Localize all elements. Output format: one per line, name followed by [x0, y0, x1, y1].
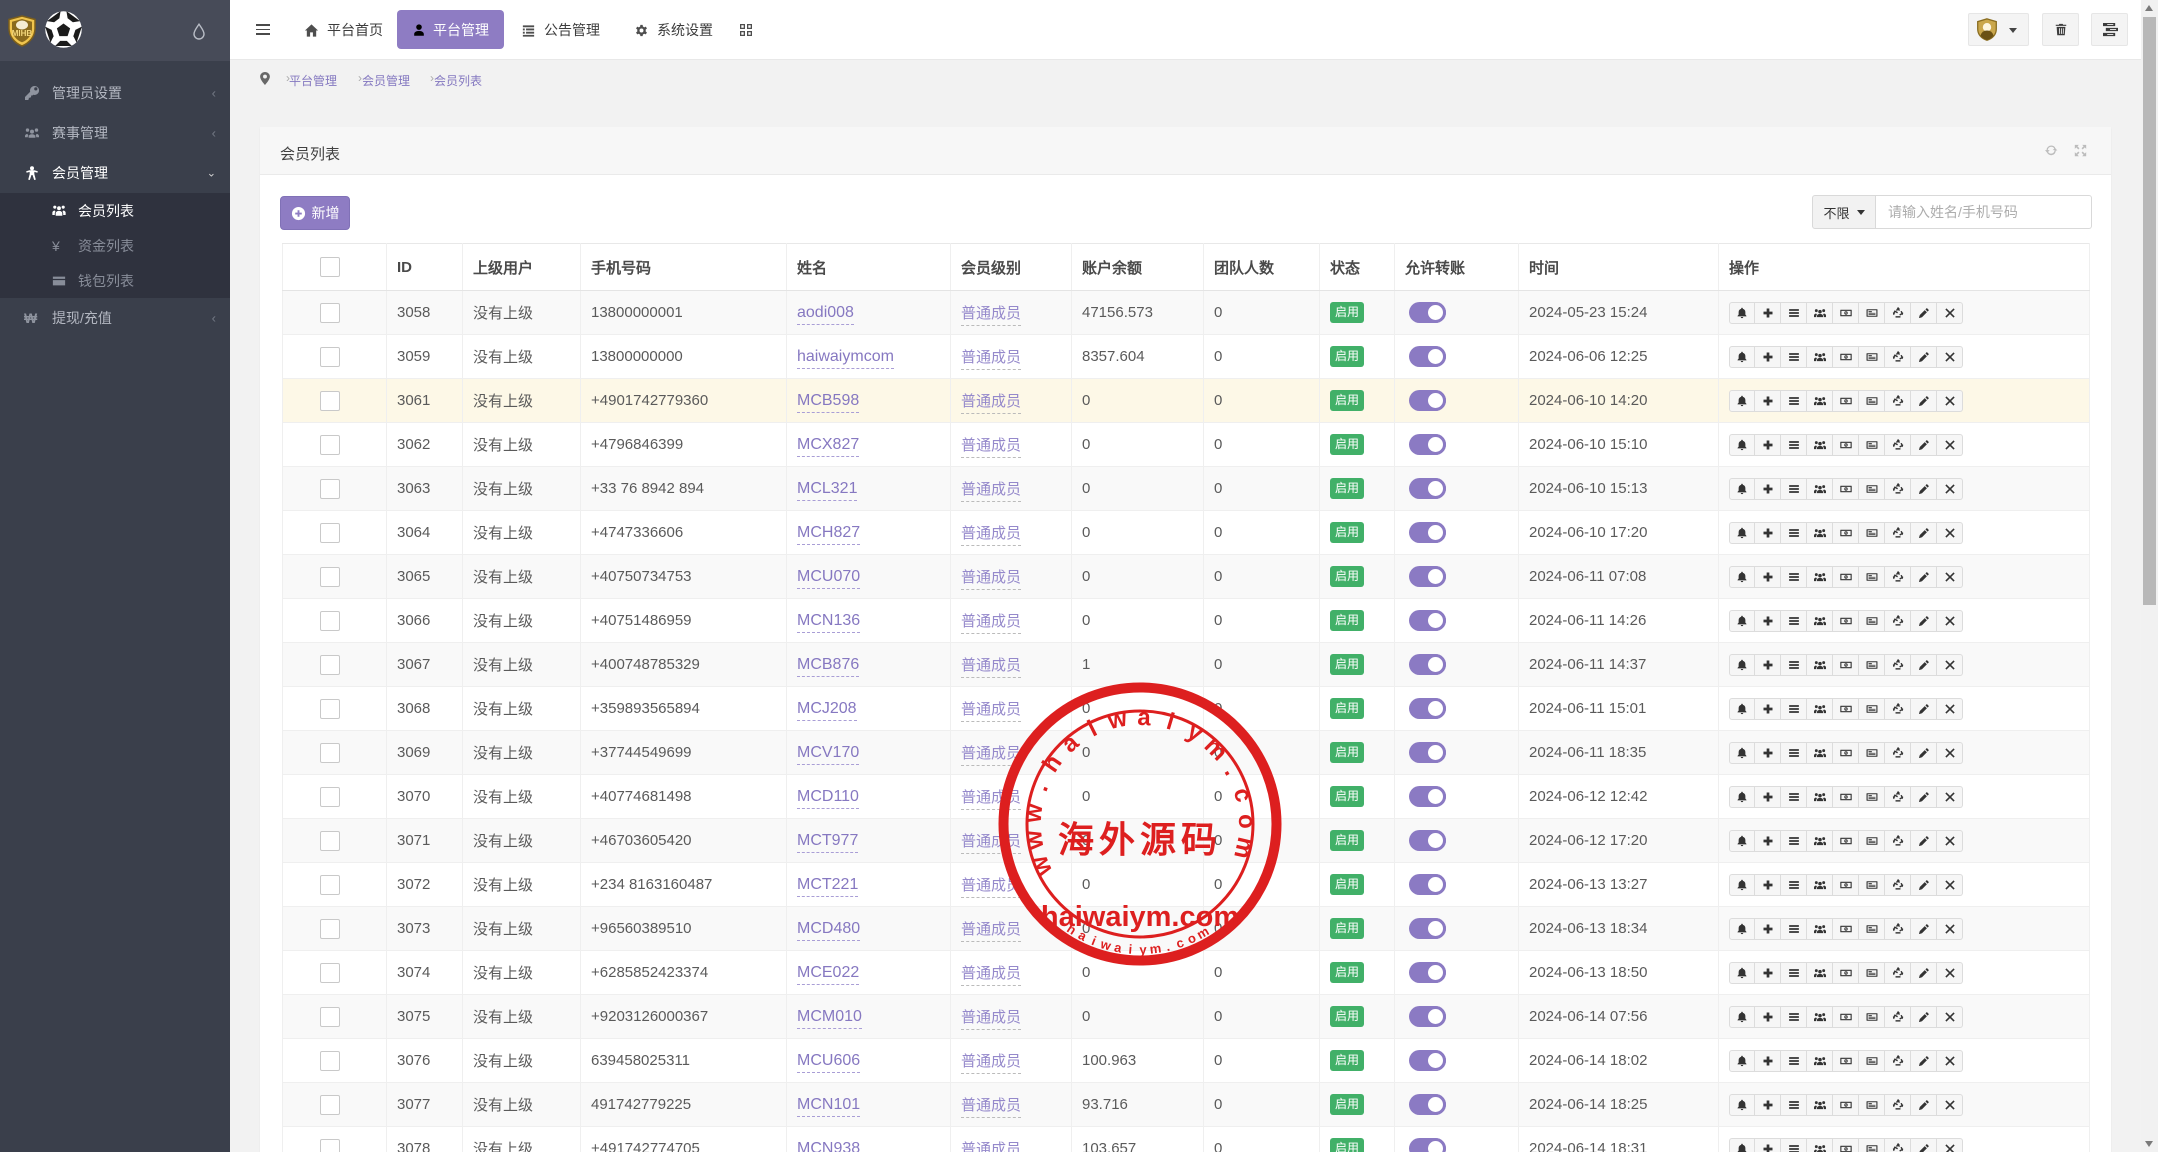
svg-text:MIHB: MIHB	[12, 29, 33, 38]
